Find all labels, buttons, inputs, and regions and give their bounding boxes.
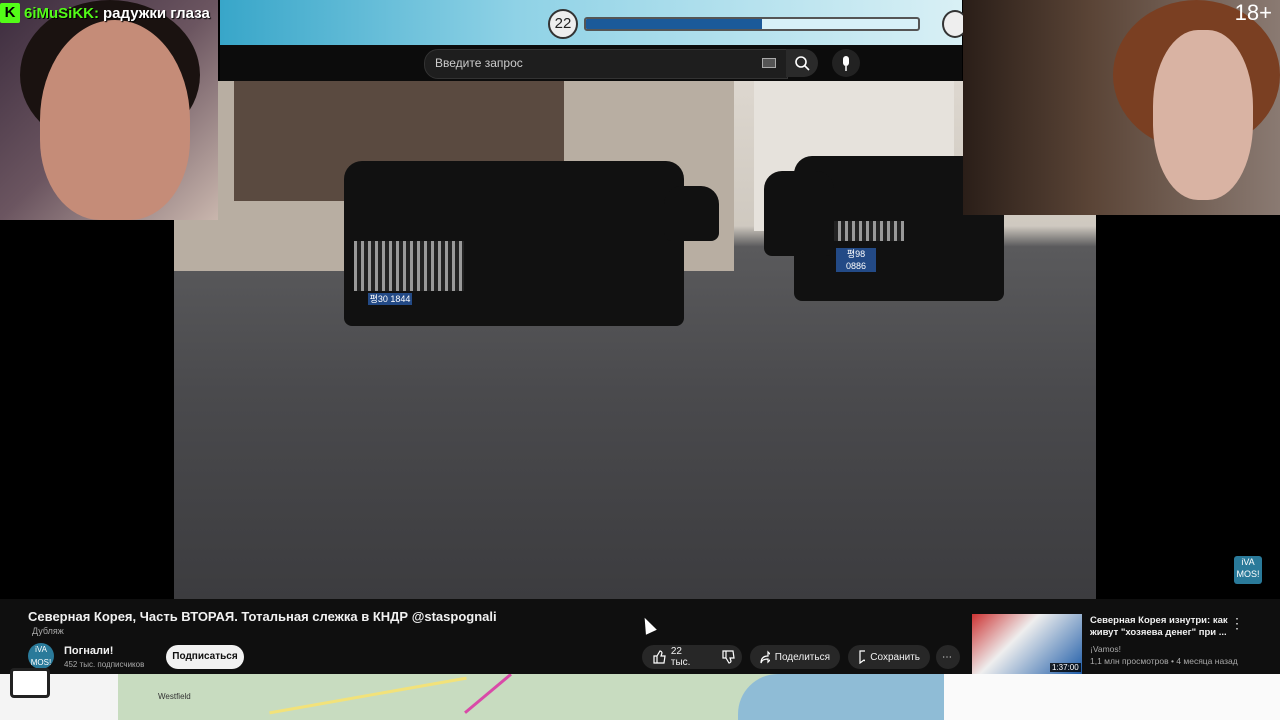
share-icon (760, 650, 770, 664)
channel-name[interactable]: Погнали! (64, 645, 113, 657)
van-grille (354, 241, 464, 291)
chat-message: радужки глаза (103, 4, 210, 22)
chat-username: 6iMuSiKK: (24, 4, 99, 22)
van-plate: 평30 1844 (368, 293, 412, 305)
map-route (464, 674, 512, 714)
share-label: Поделиться (774, 651, 830, 663)
dislike-button[interactable] (714, 645, 742, 669)
share-button[interactable]: Поделиться (750, 645, 840, 669)
recommended-title[interactable]: Северная Корея изнутри: как живут "хозяе… (1090, 615, 1230, 639)
suv-plate: 평98 0886 (836, 248, 876, 272)
monitor-icon (10, 668, 50, 698)
mic-icon (843, 56, 849, 71)
car (764, 171, 834, 256)
thumbs-down-icon (722, 650, 735, 664)
keyboard-icon[interactable] (762, 58, 776, 68)
channel-watermark[interactable]: iVA MOS! (1234, 556, 1262, 584)
like-button[interactable]: 22 тыс. (642, 645, 714, 669)
webcam-left (0, 0, 218, 220)
recommended-duration: 1:37:00 (1050, 663, 1081, 672)
search-button[interactable] (786, 49, 818, 77)
thumbs-up-icon (653, 650, 666, 664)
suv-grille (824, 221, 904, 241)
subscriber-count: 452 тыс. подписчиков (64, 660, 145, 669)
webcam-person (1153, 30, 1253, 200)
save-label: Сохранить (870, 651, 920, 663)
map-road (269, 676, 467, 715)
webcam-person (40, 20, 190, 220)
level-progress-bar (584, 17, 920, 31)
bookmark-icon (859, 650, 866, 664)
recommended-more-icon[interactable]: ⋮ (1230, 615, 1244, 632)
age-rating: 18+ (1234, 0, 1272, 25)
recommended-meta: 1,1 млн просмотров • 4 месяца назад (1090, 656, 1238, 666)
like-count: 22 тыс. (670, 646, 691, 668)
save-button[interactable]: Сохранить (848, 645, 930, 669)
search-input[interactable]: Введите запрос (424, 49, 788, 79)
kick-logo-icon: K (0, 3, 20, 23)
map-strip (118, 674, 944, 720)
car (664, 186, 719, 241)
recommended-channel[interactable]: ¡Vamos! (1090, 644, 1121, 654)
subscribe-button[interactable]: Подписаться (166, 645, 244, 669)
bottom-right-panel (944, 674, 1280, 720)
map-label: Westfield (158, 692, 191, 701)
van: 평30 1844 (344, 161, 684, 326)
video-player[interactable]: 평30 1844 평98 0886 (174, 81, 1096, 599)
more-icon: ⋯ (942, 651, 952, 663)
map-water (738, 674, 944, 720)
video-title: Северная Корея, Часть ВТОРАЯ. Тотальная … (28, 609, 497, 624)
level-badge: 22 (548, 9, 578, 39)
search-placeholder: Введите запрос (435, 56, 523, 70)
dub-label: Дубляж (32, 626, 64, 636)
channel-avatar[interactable]: iVA MOS! (28, 643, 54, 669)
search-icon (795, 56, 810, 71)
level-progress-fill (586, 19, 762, 29)
more-actions-button[interactable]: ⋯ (936, 645, 960, 669)
webcam-right (963, 0, 1280, 215)
mic-button[interactable] (832, 49, 860, 77)
chat-overlay: K 6iMuSiKK: радужки глаза (0, 0, 210, 26)
